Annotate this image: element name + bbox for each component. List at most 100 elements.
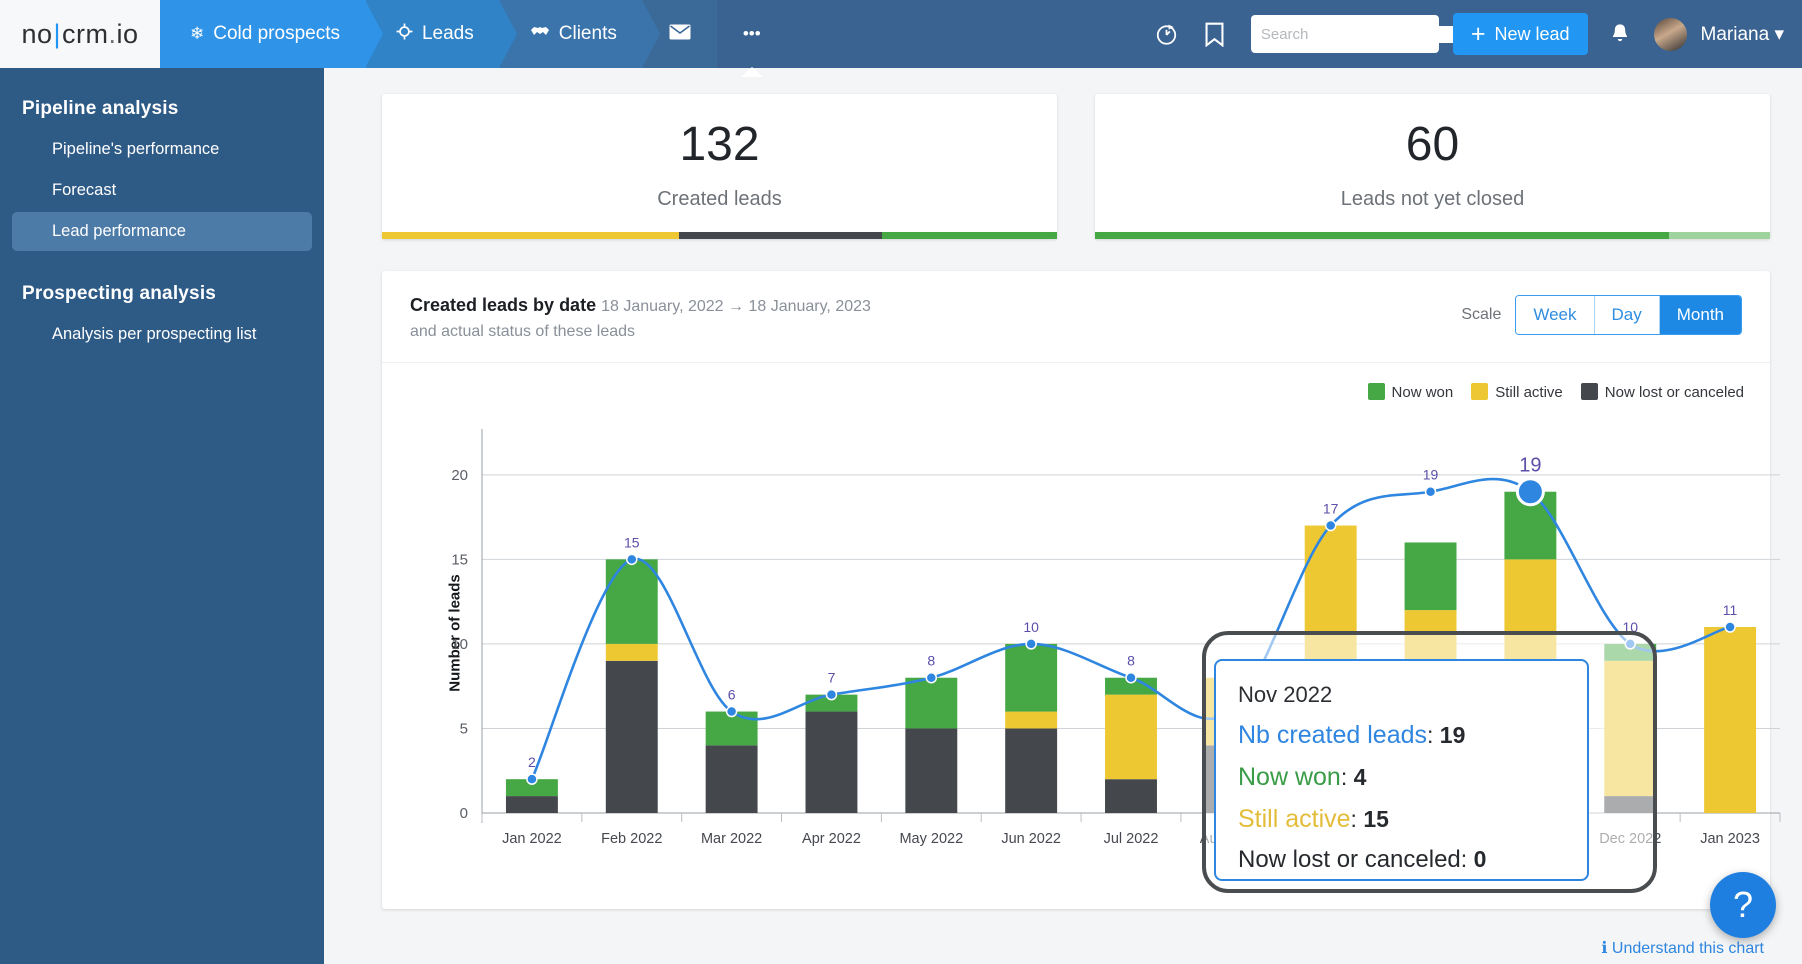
svg-text:2: 2: [528, 754, 536, 770]
chart-area: Now won Still active Now lost or cancele…: [382, 363, 1781, 903]
svg-text:Mar 2022: Mar 2022: [701, 831, 762, 847]
svg-text:15: 15: [624, 534, 640, 550]
chart-tooltip-highlight-ring: Nov 2022 Nb created leads: 19 Now won: 4…: [1202, 631, 1657, 893]
svg-text:Jan 2022: Jan 2022: [502, 831, 562, 847]
svg-text:8: 8: [1127, 653, 1135, 669]
logo-left: no: [21, 18, 53, 49]
bookmark-icon[interactable]: [1193, 12, 1237, 56]
sidebar-group-title-prospecting: Prospecting analysis: [22, 283, 217, 304]
kpi-label: Created leads: [657, 188, 782, 211]
kpi-label: Leads not yet closed: [1340, 188, 1525, 211]
kpi-card-row: 132 Created leads 60 Leads not yet close…: [382, 94, 1770, 239]
tooltip-value: 15: [1363, 805, 1389, 832]
plus-icon: +: [1470, 19, 1486, 48]
scale-segmented-control: Week Day Month: [1515, 295, 1742, 335]
svg-text:Feb 2022: Feb 2022: [601, 831, 662, 847]
user-menu[interactable]: Mariana ▾: [1701, 23, 1784, 46]
svg-text:5: 5: [460, 720, 468, 737]
svg-text:10: 10: [1023, 619, 1039, 635]
status-bar-secondary: [1668, 232, 1770, 239]
page-body: Pipeline analysis Pipeline's performance…: [0, 68, 1802, 964]
svg-text:7: 7: [828, 670, 836, 686]
tooltip-value: 4: [1353, 763, 1367, 790]
scale-label: Scale: [1461, 306, 1502, 323]
handshake-icon: [530, 24, 550, 44]
tooltip-value: 19: [1439, 721, 1466, 748]
topbar-right-group: + New lead Mariana ▾: [1145, 0, 1802, 68]
scale-option-month[interactable]: Month: [1659, 296, 1741, 334]
status-bar-won: [1095, 232, 1669, 239]
nav-tab-label: Cold prospects: [213, 23, 340, 44]
svg-text:Jul 2022: Jul 2022: [1104, 831, 1159, 847]
tooltip-key: Nb created leads: [1238, 720, 1428, 749]
status-bar-still-active: [382, 232, 679, 239]
sidebar: Pipeline analysis Pipeline's performance…: [0, 68, 324, 964]
understand-this-chart-link[interactable]: ℹ Understand this chart: [1601, 938, 1764, 958]
tooltip-key: Still active: [1238, 804, 1351, 833]
scale-option-week[interactable]: Week: [1516, 296, 1595, 334]
kpi-card-leads-not-yet-closed: 60 Leads not yet closed: [1095, 94, 1770, 239]
user-name: Mariana: [1700, 23, 1770, 45]
ellipsis-icon: •••: [742, 24, 761, 43]
status-bar-won: [881, 232, 1057, 239]
svg-text:15: 15: [451, 551, 468, 568]
kpi-value: 60: [1405, 118, 1460, 171]
logo-dot: .: [108, 18, 117, 49]
status-bar-lost: [679, 232, 882, 239]
snowflake-icon: ❄: [190, 24, 205, 43]
kpi-status-bar: [382, 232, 1057, 239]
chevron-down-icon: ▾: [1774, 23, 1784, 45]
top-navigation-bar: no | crm. io ❄ Cold prospects Leads Clients…: [0, 0, 1802, 77]
logo-right: io: [116, 18, 139, 49]
kpi-status-bar: [1095, 232, 1770, 239]
app-logo[interactable]: no | crm. io: [0, 0, 160, 68]
sidebar-item-analysis-per-prospecting-list[interactable]: Analysis per prospecting list: [12, 315, 312, 354]
active-tab-caret-icon: [740, 67, 763, 77]
nav-tab-label: Leads: [421, 23, 474, 44]
nav-tab-more[interactable]: •••: [716, 0, 787, 77]
svg-text:Jun 2022: Jun 2022: [1001, 831, 1061, 847]
chart-title: Created leads by date 18 January, 2022 →…: [410, 295, 871, 316]
search-box[interactable]: [1250, 15, 1479, 53]
nav-tab-leads[interactable]: Leads: [365, 0, 517, 68]
search-input[interactable]: [1260, 25, 1460, 43]
sidebar-divider: [0, 253, 324, 275]
svg-text:10: 10: [451, 636, 468, 653]
sidebar-item-lead-performance[interactable]: Lead performance: [12, 212, 312, 251]
chart-title-text: Created leads by date: [410, 295, 597, 315]
svg-text:8: 8: [927, 653, 935, 669]
chart-panel-header: Created leads by date 18 January, 2022 →…: [382, 271, 1770, 363]
svg-text:19: 19: [1423, 467, 1439, 483]
tooltip-row-won: Now won: 4: [1238, 762, 1367, 791]
svg-text:20: 20: [451, 467, 468, 484]
chart-date-range: 18 January, 2022 → 18 January, 2023: [601, 298, 871, 315]
main-content: 132 Created leads 60 Leads not yet close…: [324, 68, 1802, 964]
nav-tab-cold-prospects[interactable]: ❄ Cold prospects: [160, 0, 383, 68]
tooltip-row-lost: Now lost or canceled: 0: [1238, 845, 1487, 873]
new-lead-button[interactable]: + New lead: [1452, 13, 1588, 55]
tooltip-key: Now lost or canceled: [1238, 845, 1461, 873]
svg-text:Jan 2023: Jan 2023: [1700, 831, 1760, 847]
bell-icon[interactable]: [1598, 12, 1642, 56]
tooltip-key: Now won: [1238, 762, 1341, 791]
tooltip-row-created: Nb created leads: 19: [1238, 720, 1466, 749]
tooltip-value: 0: [1473, 845, 1487, 872]
chart-heading-block: Created leads by date 18 January, 2022 →…: [410, 295, 871, 341]
activity-target-icon[interactable]: [1145, 12, 1189, 56]
chart-panel: Created leads by date 18 January, 2022 →…: [382, 271, 1781, 909]
scale-option-day[interactable]: Day: [1594, 296, 1660, 334]
avatar[interactable]: [1653, 17, 1687, 51]
sidebar-item-forecast[interactable]: Forecast: [12, 171, 312, 210]
svg-text:11: 11: [1723, 602, 1738, 618]
kpi-card-created-leads: 132 Created leads: [382, 94, 1057, 239]
scale-selector: Scale Week Day Month: [1461, 295, 1742, 335]
tooltip-row-active: Still active: 15: [1238, 804, 1389, 833]
svg-text:19: 19: [1519, 455, 1541, 477]
sidebar-item-pipelines-performance[interactable]: Pipeline's performance: [12, 130, 312, 169]
new-lead-label: New lead: [1494, 23, 1570, 44]
question-mark-icon: ?: [1732, 884, 1754, 925]
kpi-value: 132: [679, 118, 760, 171]
help-button[interactable]: ?: [1710, 872, 1776, 938]
nav-tab-clients[interactable]: Clients: [499, 0, 660, 68]
